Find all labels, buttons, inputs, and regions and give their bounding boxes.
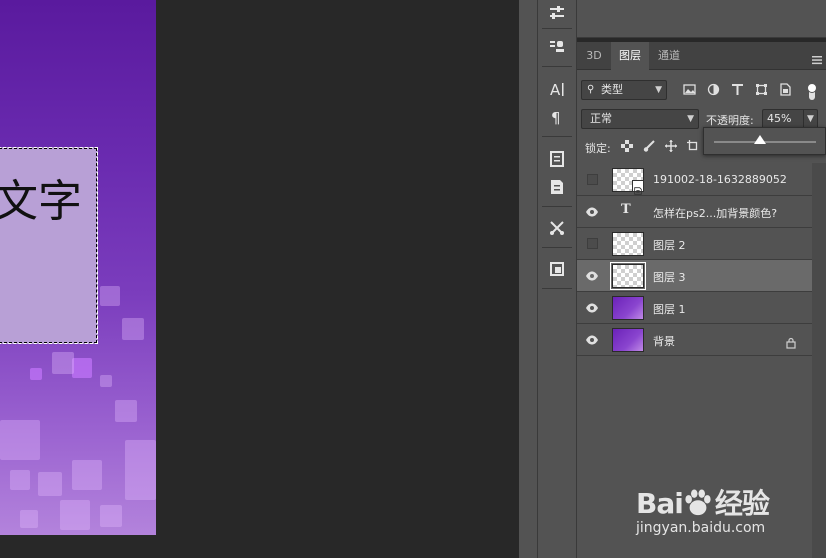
canvas-square <box>115 400 137 422</box>
svg-text:¶: ¶ <box>551 109 561 126</box>
libraries-icon[interactable] <box>538 256 576 282</box>
panel-tabs: 3D 图层 通道 <box>577 42 826 70</box>
canvas-square <box>125 440 156 500</box>
visibility-toggle[interactable] <box>587 174 598 185</box>
lock-position-icon[interactable] <box>664 139 678 153</box>
filter-kind-select[interactable]: ⚲ 类型 ▼ <box>581 80 667 100</box>
opacity-label: 不透明度: <box>706 114 754 127</box>
canvas-square <box>100 505 122 527</box>
baidu-logo: Bai 经验 <box>636 482 770 522</box>
chevron-down-icon: ▼ <box>655 85 662 95</box>
tab-layers[interactable]: 图层 <box>611 42 649 70</box>
layer-name: 怎样在ps2...加背景颜色? <box>653 207 778 220</box>
logo-text-right: 经验 <box>714 487 770 520</box>
tool-divider <box>542 28 572 29</box>
paw-icon <box>683 487 715 520</box>
panel-menu-icon[interactable] <box>812 50 822 65</box>
adjustments-icon[interactable] <box>538 0 576 26</box>
tool-divider <box>542 288 572 289</box>
layer-row[interactable]: 图层 2 <box>577 228 812 260</box>
layer-name: 图层 2 <box>653 239 686 252</box>
collapsed-panel-area <box>577 0 826 38</box>
canvas-square <box>30 368 42 380</box>
eye-icon[interactable] <box>585 269 599 283</box>
smart-object-filter-icon[interactable] <box>777 81 793 97</box>
layer-name: 图层 1 <box>653 303 686 316</box>
pixel-filter-icon[interactable] <box>681 81 697 97</box>
properties-icon[interactable] <box>538 174 576 200</box>
layer-row[interactable]: 背景 <box>577 324 812 356</box>
layer-thumbnail <box>610 262 646 290</box>
svg-text:A: A <box>550 81 561 98</box>
opacity-input[interactable]: 45% ▼ <box>762 109 818 129</box>
notes-icon[interactable] <box>538 146 576 172</box>
eye-icon[interactable] <box>585 301 599 315</box>
canvas-square <box>0 420 40 460</box>
watermark-url: jingyan.baidu.com <box>636 520 766 536</box>
lock-icon[interactable] <box>785 334 797 349</box>
search-icon: ⚲ <box>587 84 595 95</box>
visibility-toggle[interactable] <box>587 238 598 249</box>
clone-source-icon[interactable] <box>538 34 576 60</box>
layer-name: 191002-18-1632889052 <box>653 173 787 186</box>
layer-row[interactable]: 图层 1 <box>577 292 812 324</box>
tab-channels[interactable]: 通道 <box>651 42 687 70</box>
tab-3d[interactable]: 3D <box>581 42 607 70</box>
workspace-area <box>156 0 519 558</box>
photoshop-window: 文字 A ¶ 3D 图层 通道 ⚲ 类型 ▼ 正常 ▼ 不透明度: 45% ▼ … <box>0 0 826 558</box>
canvas-square <box>100 375 112 387</box>
canvas-square <box>100 286 120 306</box>
layer-row-selected[interactable]: 图层 3 <box>577 260 812 292</box>
layers-scrollbar[interactable] <box>812 163 826 558</box>
tool-presets-icon[interactable] <box>538 215 576 241</box>
canvas-text: 文字 <box>0 176 82 227</box>
adjustment-filter-icon[interactable] <box>705 81 721 97</box>
layer-name: 图层 3 <box>653 271 686 284</box>
tool-divider <box>542 206 572 207</box>
layer-row[interactable]: T 怎样在ps2...加背景颜色? <box>577 196 812 228</box>
tool-divider <box>542 66 572 67</box>
chevron-down-icon: ▼ <box>687 114 694 124</box>
panel-dock-strip <box>519 0 537 558</box>
character-icon[interactable]: A <box>538 76 576 102</box>
blend-mode-select[interactable]: 正常 ▼ <box>581 109 699 129</box>
layer-thumbnail <box>612 328 644 352</box>
canvas-square <box>72 358 92 378</box>
filter-toggle-switch[interactable] <box>806 82 818 102</box>
tool-divider <box>542 247 572 248</box>
type-filter-icon[interactable] <box>729 81 745 97</box>
smart-object-badge-icon <box>632 180 644 195</box>
canvas-square <box>60 500 90 530</box>
lock-artboard-icon[interactable] <box>686 139 700 153</box>
shape-filter-icon[interactable] <box>753 81 769 97</box>
filter-kind-label: 类型 <box>601 83 623 96</box>
layer-thumbnail <box>612 296 644 320</box>
panel-icon-column: A ¶ <box>537 0 577 558</box>
canvas-square <box>72 460 102 490</box>
document-canvas[interactable]: 文字 <box>0 0 156 535</box>
opacity-slider-thumb[interactable] <box>753 135 766 144</box>
canvas-square <box>10 470 30 490</box>
layer-thumbnail <box>612 232 644 256</box>
eye-icon[interactable] <box>585 333 599 347</box>
canvas-square <box>20 510 38 528</box>
layer-name: 背景 <box>653 335 675 348</box>
paragraph-icon[interactable]: ¶ <box>538 104 576 130</box>
type-layer-icon: T <box>621 202 631 217</box>
opacity-slider-popup <box>703 127 826 155</box>
tool-divider <box>542 136 572 137</box>
logo-text-left: Bai <box>636 487 684 520</box>
canvas-square <box>38 472 62 496</box>
chevron-down-icon[interactable]: ▼ <box>803 110 817 128</box>
canvas-square <box>52 352 74 374</box>
blend-mode-value: 正常 <box>590 112 612 125</box>
eye-icon[interactable] <box>585 205 599 219</box>
lock-transparent-pixels-icon[interactable] <box>620 139 634 153</box>
lock-label: 锁定: <box>585 142 611 155</box>
canvas-square <box>122 318 144 340</box>
layer-row[interactable]: 191002-18-1632889052 <box>577 164 812 196</box>
baidu-jingyan-watermark: Bai 经验 jingyan.baidu.com <box>632 468 792 540</box>
opacity-value: 45% <box>767 112 792 125</box>
lock-image-pixels-icon[interactable] <box>642 139 656 153</box>
